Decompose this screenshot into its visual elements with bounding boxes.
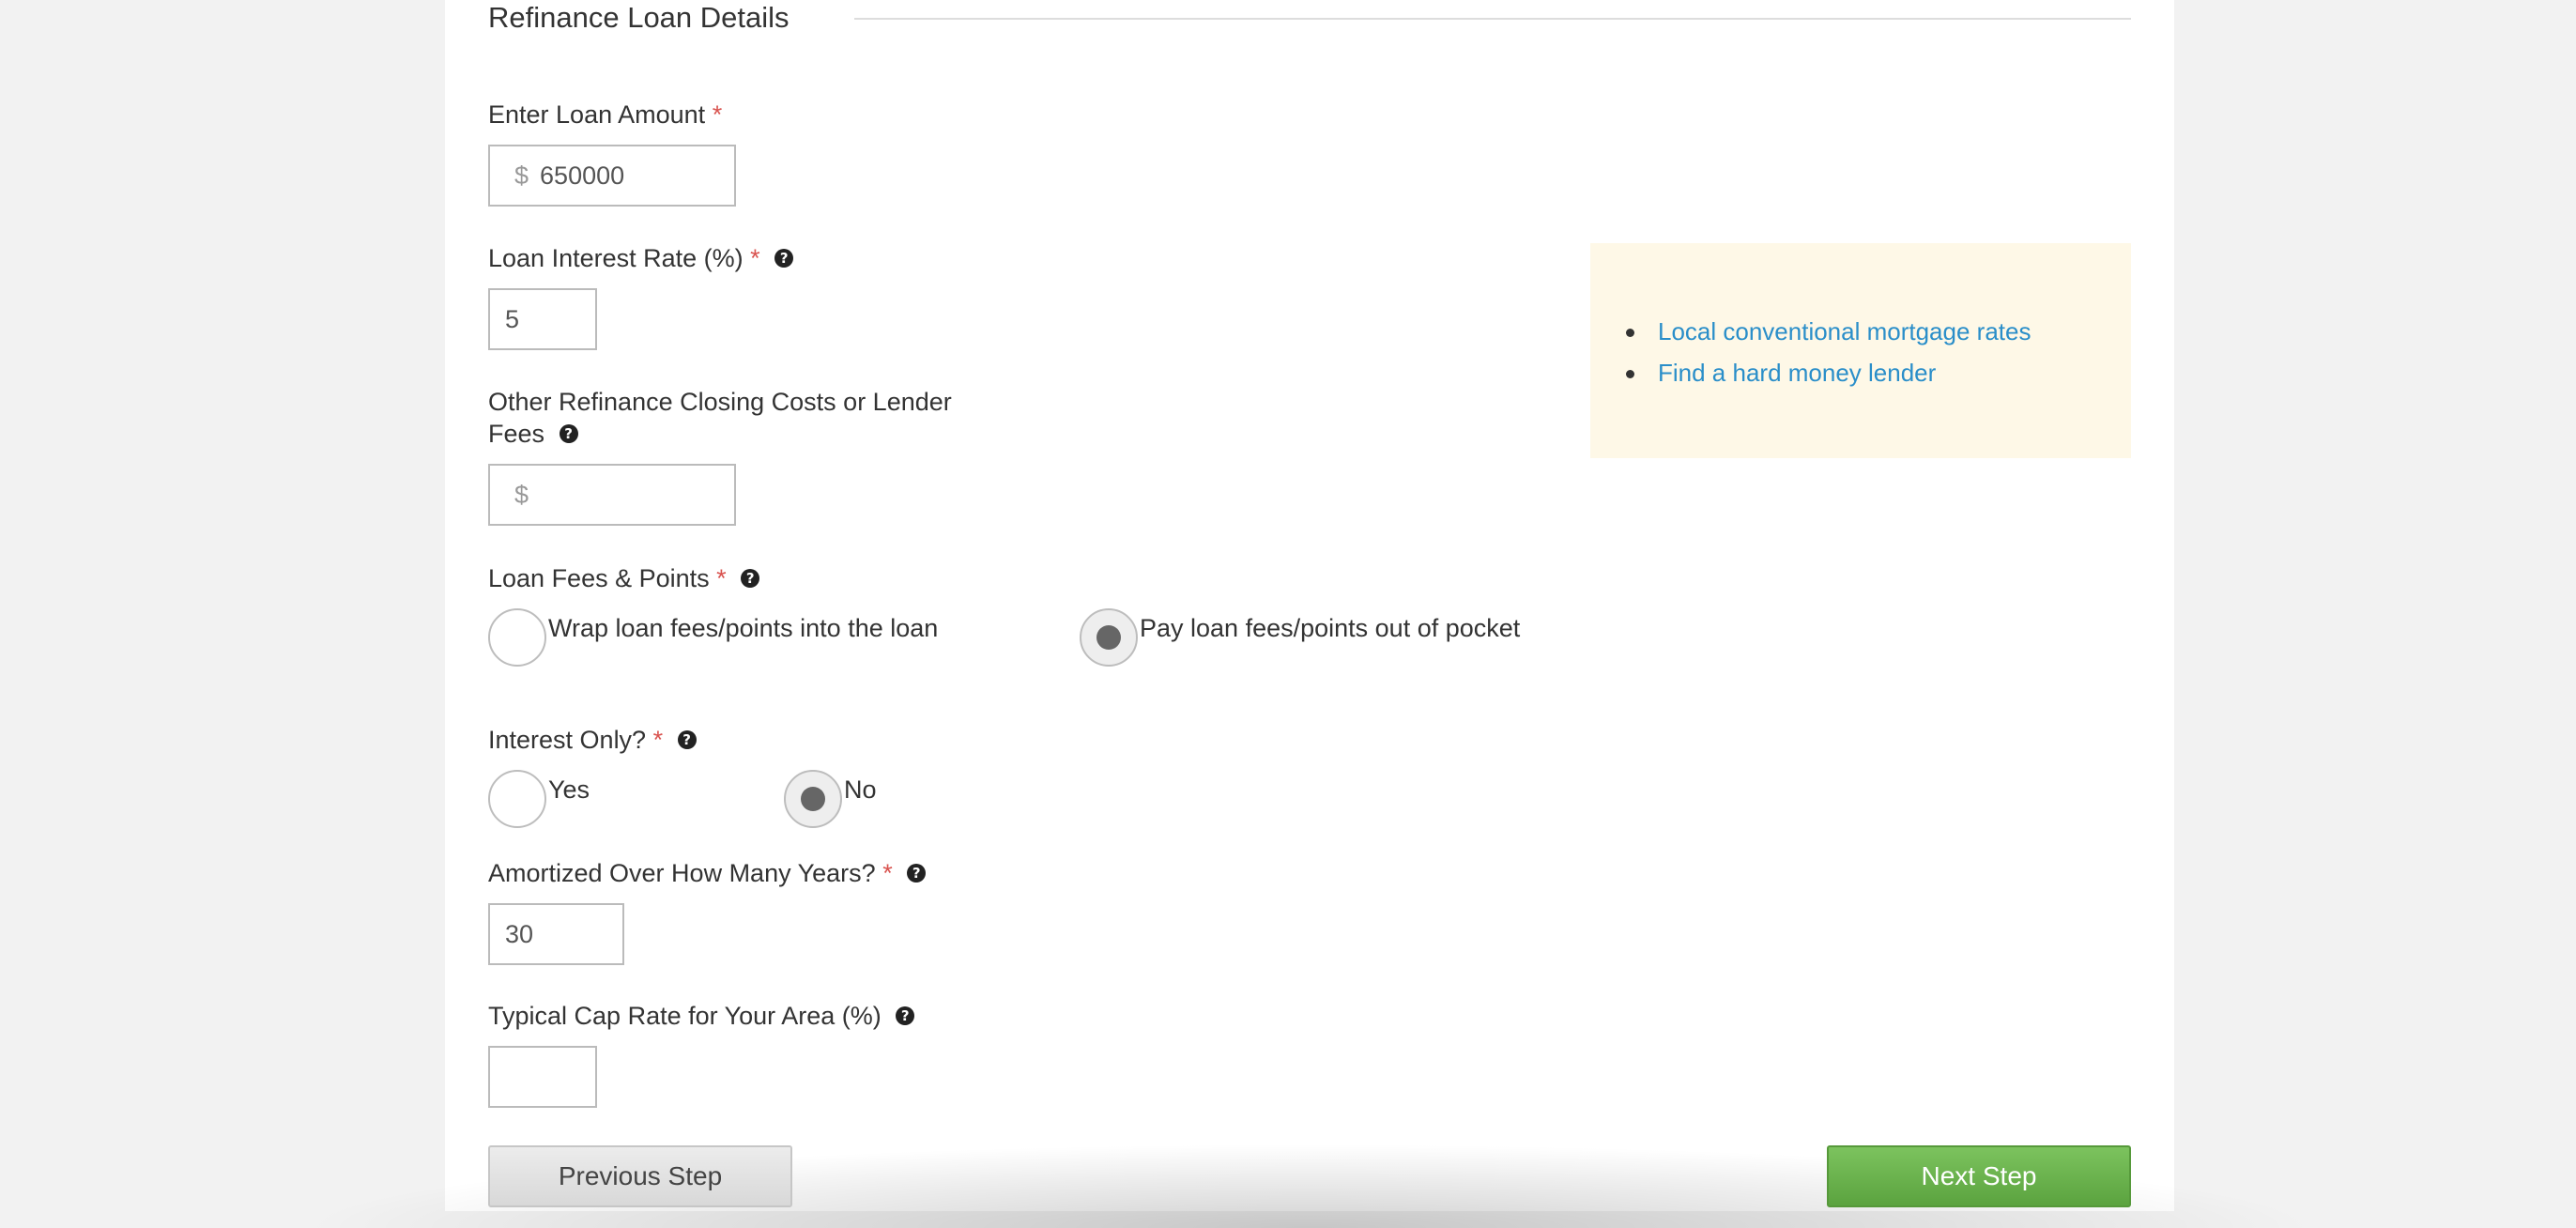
closing-costs-label-line2-wrap: Fees ? bbox=[488, 418, 1014, 450]
section-header: Refinance Loan Details bbox=[488, 0, 2131, 38]
hard-money-lender-link[interactable]: Find a hard money lender bbox=[1658, 359, 1936, 387]
form-card: Refinance Loan Details Enter Loan Amount… bbox=[295, 0, 2324, 1228]
radio-pay-fees[interactable] bbox=[1080, 608, 1138, 667]
question-circle-icon[interactable]: ? bbox=[677, 730, 697, 749]
list-item: Local conventional mortgage rates bbox=[1626, 311, 2031, 352]
radio-interest-only-no-label[interactable]: No bbox=[844, 774, 877, 806]
dollar-prefix: $ bbox=[514, 480, 529, 509]
next-step-button[interactable]: Next Step bbox=[1827, 1145, 2131, 1207]
closing-costs-label: Other Refinance Closing Costs or Lender … bbox=[488, 386, 1014, 450]
radio-wrap-fees[interactable] bbox=[488, 608, 546, 667]
cap-rate-label-text: Typical Cap Rate for Your Area (%) bbox=[488, 1002, 882, 1030]
resources-box: Local conventional mortgage rates Find a… bbox=[1590, 243, 2131, 458]
fees-points-label: Loan Fees & Points * ? bbox=[488, 562, 760, 594]
required-marker: * bbox=[716, 564, 727, 592]
required-marker: * bbox=[712, 100, 723, 129]
interest-rate-input[interactable]: 5 bbox=[488, 288, 597, 350]
list-item: Find a hard money lender bbox=[1626, 352, 2031, 393]
radio-selected-dot bbox=[801, 787, 825, 811]
radio-interest-only-yes-label[interactable]: Yes bbox=[548, 774, 590, 806]
interest-only-label-text: Interest Only? bbox=[488, 726, 647, 754]
question-circle-icon[interactable]: ? bbox=[896, 1006, 915, 1025]
required-marker: * bbox=[882, 859, 893, 887]
radio-interest-only-no[interactable] bbox=[784, 770, 842, 828]
question-circle-icon[interactable]: ? bbox=[774, 249, 794, 268]
loan-amount-label: Enter Loan Amount * bbox=[488, 99, 722, 130]
cap-rate-label: Typical Cap Rate for Your Area (%) ? bbox=[488, 1000, 915, 1032]
local-mortgage-rates-link[interactable]: Local conventional mortgage rates bbox=[1658, 317, 2031, 345]
radio-wrap-fees-label[interactable]: Wrap loan fees/points into the loan bbox=[548, 612, 938, 644]
amortized-years-label: Amortized Over How Many Years? * ? bbox=[488, 857, 927, 889]
interest-only-label: Interest Only? * ? bbox=[488, 724, 697, 756]
previous-step-button[interactable]: Previous Step bbox=[488, 1145, 792, 1207]
resources-list: Local conventional mortgage rates Find a… bbox=[1626, 311, 2031, 393]
closing-costs-label-line2: Fees bbox=[488, 420, 545, 448]
section-title: Refinance Loan Details bbox=[488, 1, 790, 34]
radio-interest-only-yes[interactable] bbox=[488, 770, 546, 828]
amortized-years-value: 30 bbox=[505, 919, 534, 948]
radio-selected-dot bbox=[1096, 625, 1121, 650]
interest-rate-label-text: Loan Interest Rate (%) bbox=[488, 244, 744, 272]
question-circle-icon[interactable]: ? bbox=[907, 864, 927, 883]
question-circle-icon[interactable]: ? bbox=[559, 424, 578, 443]
required-marker: * bbox=[750, 244, 760, 272]
dollar-prefix: $ bbox=[514, 161, 529, 190]
amortized-years-label-text: Amortized Over How Many Years? bbox=[488, 859, 876, 887]
cap-rate-input[interactable] bbox=[488, 1046, 597, 1108]
amortized-years-input[interactable]: 30 bbox=[488, 903, 624, 965]
required-marker: * bbox=[652, 726, 664, 754]
loan-amount-value: 650000 bbox=[540, 161, 625, 190]
interest-rate-label: Loan Interest Rate (%) * ? bbox=[488, 242, 794, 274]
radio-pay-fees-label[interactable]: Pay loan fees/points out of pocket bbox=[1140, 612, 1520, 644]
question-circle-icon[interactable]: ? bbox=[741, 569, 760, 588]
section-divider bbox=[854, 18, 2131, 20]
fees-points-label-text: Loan Fees & Points bbox=[488, 564, 710, 592]
loan-amount-label-text: Enter Loan Amount bbox=[488, 100, 706, 129]
closing-costs-input[interactable]: $ bbox=[488, 464, 736, 526]
interest-rate-value: 5 bbox=[505, 304, 520, 333]
loan-amount-input[interactable]: $ 650000 bbox=[488, 145, 736, 207]
closing-costs-label-line1: Other Refinance Closing Costs or Lender bbox=[488, 388, 952, 416]
